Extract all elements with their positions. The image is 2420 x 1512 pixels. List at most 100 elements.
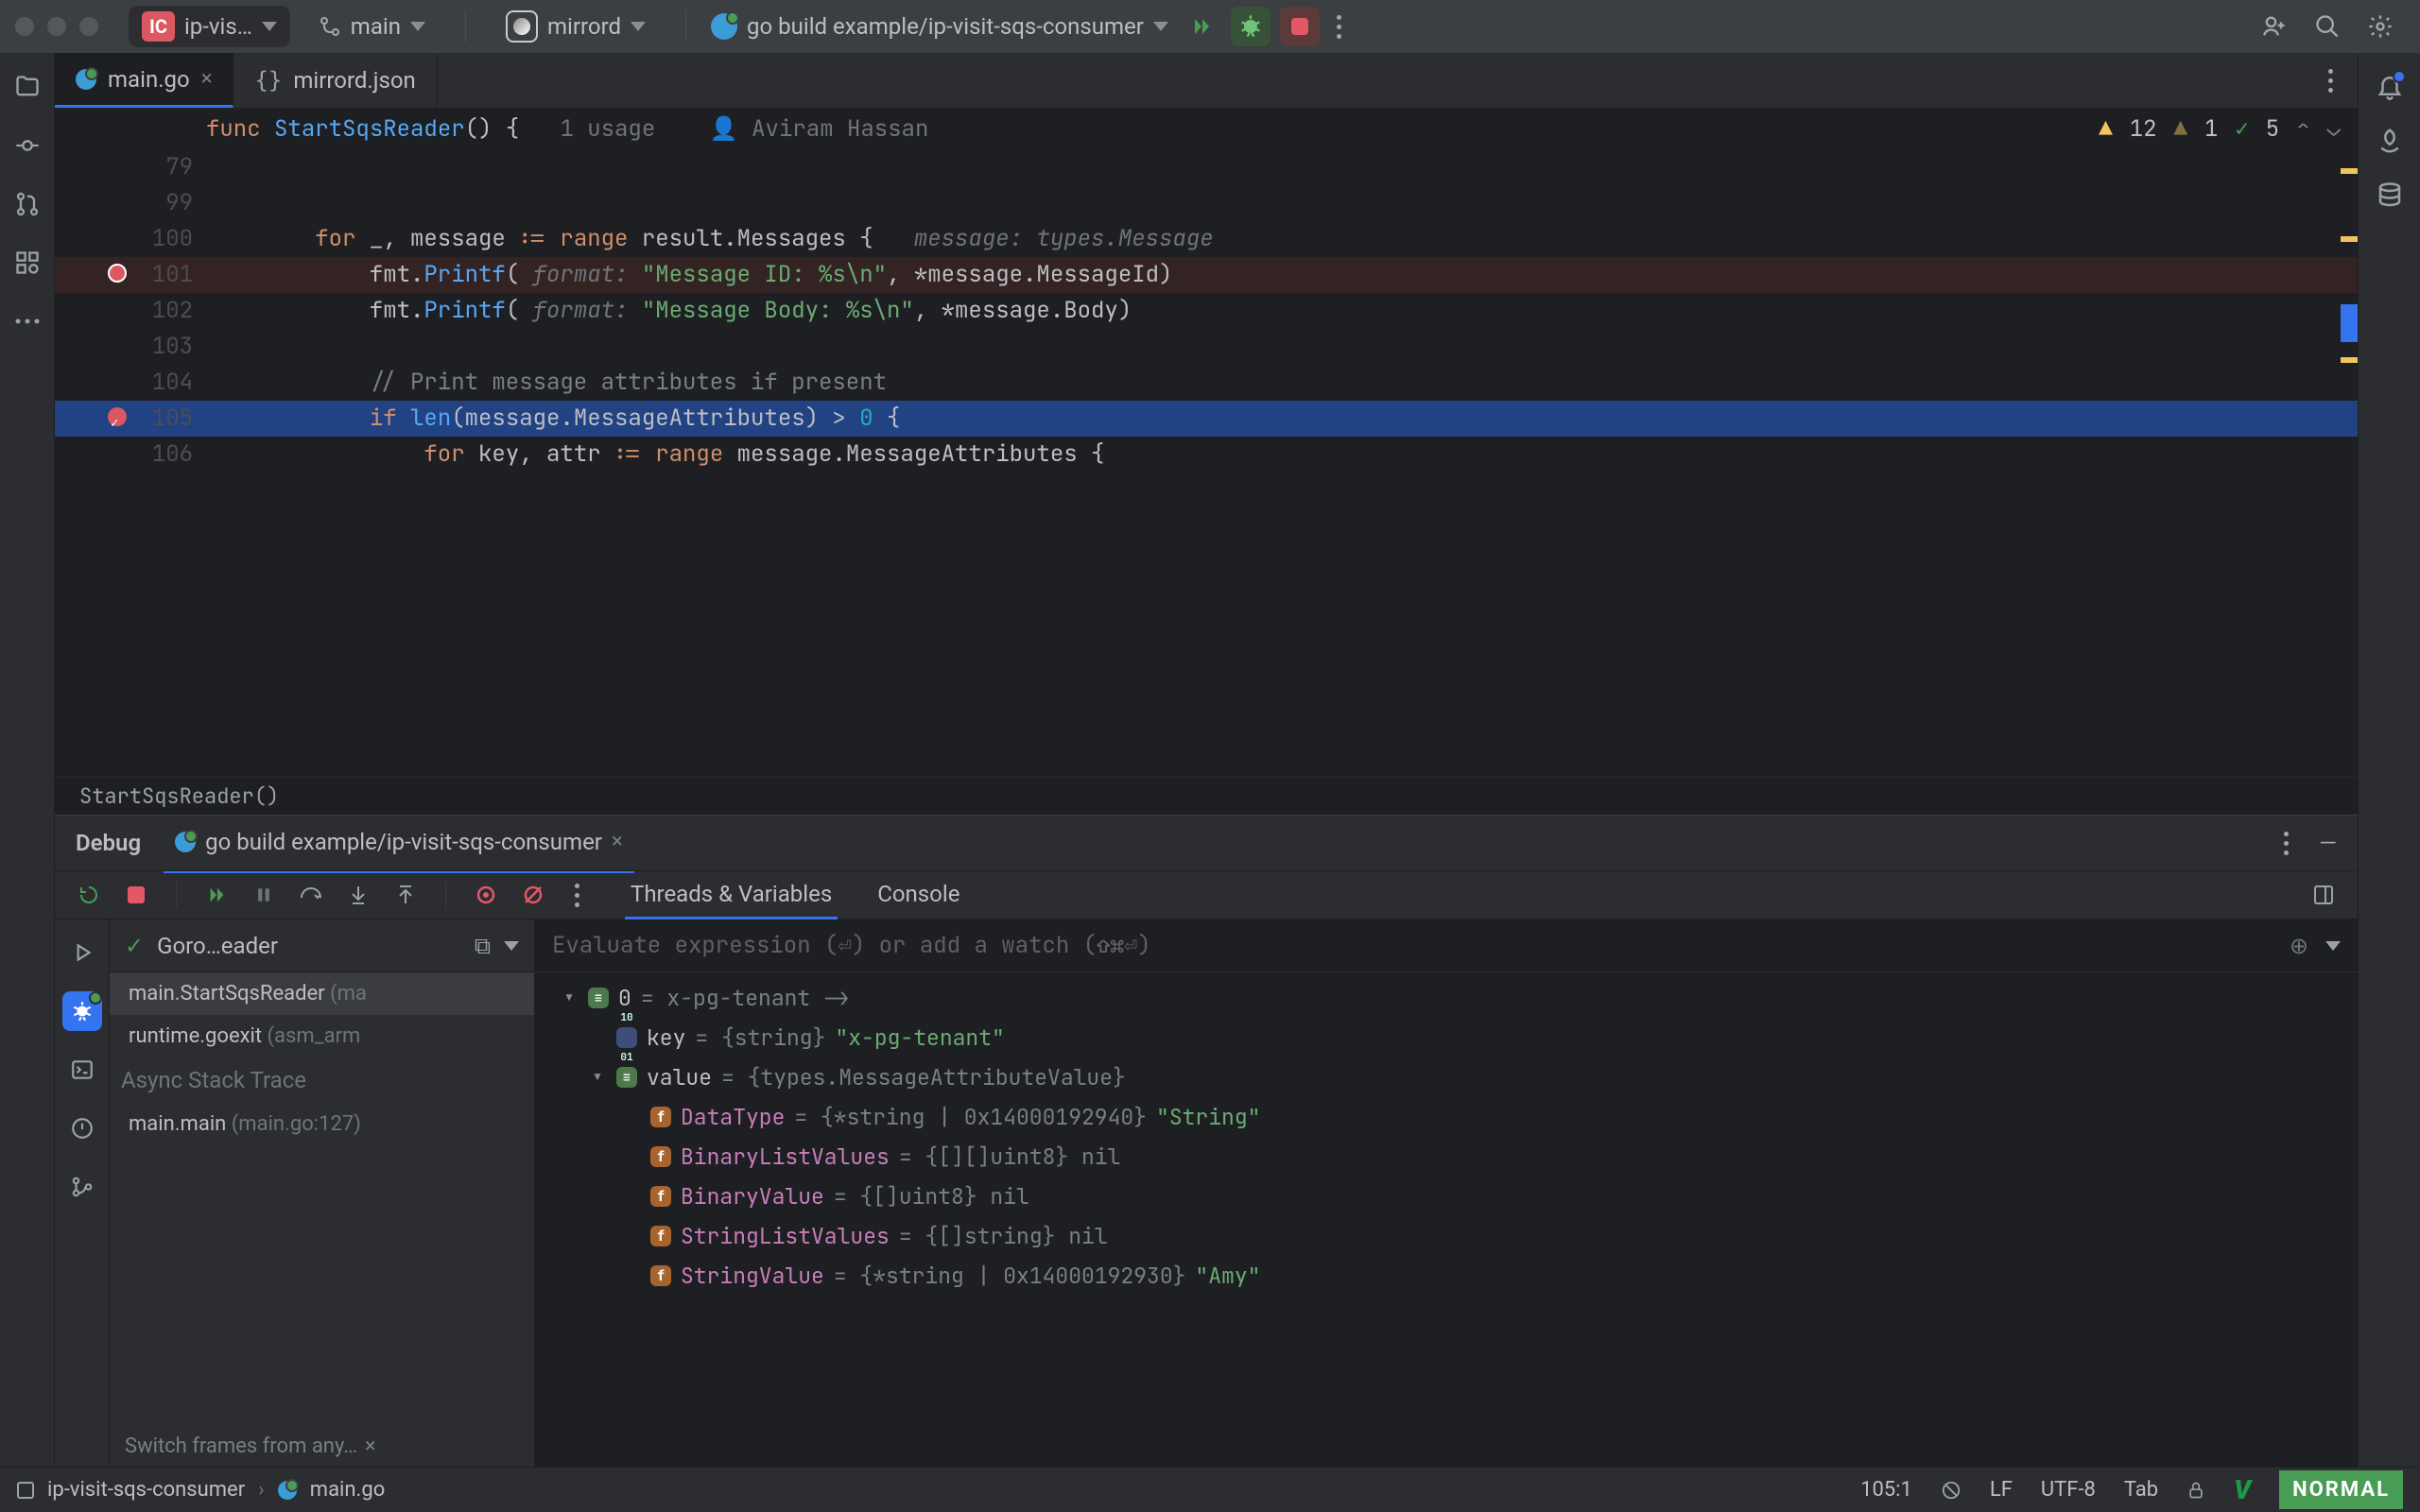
code-with-me-icon[interactable]	[2261, 13, 2288, 40]
code-line[interactable]: 102 fmt.Printf( format: "Message Body: %…	[55, 293, 2358, 329]
more-icon[interactable]	[12, 306, 43, 336]
status-left[interactable]: ip-visit-sqs-consumer › main.go	[17, 1478, 385, 1502]
view-breakpoints-icon[interactable]	[473, 882, 499, 908]
step-over-icon[interactable]	[298, 882, 324, 908]
close-icon[interactable]: ×	[365, 1435, 376, 1458]
code-line[interactable]: 106 for key, attr := range message.Messa…	[55, 437, 2358, 472]
status-right: 105:1 LF UTF-8 Tab V NORMAL	[1860, 1470, 2403, 1509]
variable-node[interactable]: ≡ value = {types.MessageAttributeValue}	[535, 1057, 2358, 1097]
debug-menu[interactable]	[2276, 832, 2296, 855]
code-line[interactable]: 79	[55, 149, 2358, 185]
tab-console[interactable]: Console	[872, 871, 965, 919]
tab-threads-variables[interactable]: Threads & Variables	[625, 871, 838, 919]
search-icon[interactable]	[2314, 13, 2341, 40]
code-line[interactable]: 100 for _, message := range result.Messa…	[55, 221, 2358, 257]
debug-session-tab[interactable]: go build example/ip-visit-sqs-consumer ×	[164, 829, 634, 873]
code-line[interactable]: 104 // Print message attributes if prese…	[55, 365, 2358, 401]
mute-breakpoints-icon[interactable]	[520, 882, 546, 908]
eval-input[interactable]: Evaluate expression (⏎) or add a watch (…	[552, 931, 2273, 960]
vim-icon[interactable]: V	[2234, 1474, 2251, 1505]
more-menu[interactable]	[1329, 15, 1349, 39]
stack-frame[interactable]: main.StartSqsReader (ma	[110, 972, 534, 1015]
variable-node[interactable]: f DataType = {*string | 0x14000192940} "…	[535, 1097, 2358, 1137]
run-button[interactable]	[1182, 7, 1221, 46]
run-tool-icon[interactable]	[62, 933, 102, 972]
pull-requests-icon[interactable]	[12, 189, 43, 219]
project-selector[interactable]: IC ip-vis…	[129, 6, 290, 47]
right-tool-rail	[2358, 53, 2420, 1467]
struct-icon: ≡	[588, 988, 609, 1008]
structure-icon[interactable]	[12, 248, 43, 278]
step-out-icon[interactable]	[392, 882, 419, 908]
line-ending[interactable]: LF	[1990, 1478, 2013, 1502]
run-config-selector[interactable]: go build example/ip-visit-sqs-consumer	[711, 13, 1168, 40]
variable-node[interactable]: f StringValue = {*string | 0x14000192930…	[535, 1256, 2358, 1296]
problems-widget[interactable]: ▲12 ▲1 ✓5 ⌃ ⌄	[2099, 114, 2341, 144]
resume-icon[interactable]	[203, 882, 230, 908]
caret-position[interactable]: 105:1	[1860, 1478, 1912, 1502]
prev-icon[interactable]: ⌃	[2296, 114, 2309, 144]
rerun-icon[interactable]	[76, 882, 102, 908]
code-line[interactable]: 99	[55, 185, 2358, 221]
encoding[interactable]: UTF-8	[2041, 1478, 2096, 1502]
power-save-icon[interactable]	[1941, 1480, 1962, 1501]
ai-icon[interactable]	[2376, 127, 2404, 155]
debug-tool-icon[interactable]	[62, 991, 102, 1031]
window-controls[interactable]	[15, 17, 115, 36]
editor-tabs-menu[interactable]	[2304, 53, 2358, 108]
variable-node[interactable]: 1001 key = {string} "x-pg-tenant"	[535, 1018, 2358, 1057]
add-watch-icon[interactable]: ⊕	[2290, 933, 2308, 959]
thread-selector[interactable]: ✓ Goro…eader ⧉	[110, 919, 534, 972]
stack-frames[interactable]: main.StartSqsReader (maruntime.goexit (a…	[110, 972, 534, 1425]
breakpoint-hit-icon[interactable]	[108, 407, 127, 426]
step-into-icon[interactable]	[345, 882, 372, 908]
close-icon[interactable]: ×	[201, 67, 213, 91]
filter-icon[interactable]: ⧉	[475, 933, 491, 959]
problems-icon[interactable]	[62, 1108, 102, 1148]
variable-node[interactable]: f BinaryValue = {[]uint8} nil	[535, 1177, 2358, 1216]
expand-icon[interactable]	[560, 978, 579, 1018]
next-icon[interactable]: ⌄	[2327, 114, 2341, 144]
editor-tab-main-go[interactable]: main.go ×	[55, 53, 233, 108]
code-line[interactable]: 105 if len(message.MessageAttributes) > …	[55, 401, 2358, 437]
stack-frame[interactable]: main.main (main.go:127)	[110, 1103, 534, 1145]
vcs-branch[interactable]: main	[303, 13, 441, 40]
terminal-icon[interactable]	[62, 1050, 102, 1090]
breadcrumb[interactable]: StartSqsReader()	[55, 777, 2358, 815]
variable-node[interactable]: f StringListValues = {[]string} nil	[535, 1216, 2358, 1256]
stack-frame[interactable]: runtime.goexit (asm_arm	[110, 1015, 534, 1057]
indent[interactable]: Tab	[2124, 1478, 2158, 1502]
variable-node[interactable]: f BinaryListValues = {[][]uint8} nil	[535, 1137, 2358, 1177]
notifications-icon[interactable]	[2376, 72, 2404, 100]
database-icon[interactable]	[2376, 181, 2404, 210]
pause-icon[interactable]	[251, 882, 277, 908]
debug-button[interactable]	[1231, 7, 1270, 46]
code-line[interactable]: 103	[55, 329, 2358, 365]
stop-button[interactable]	[1280, 7, 1320, 46]
lock-icon[interactable]	[2187, 1481, 2205, 1500]
layout-icon[interactable]	[2310, 882, 2337, 908]
mirrord-plugin[interactable]: mirrord	[491, 10, 661, 43]
chevron-down-icon[interactable]	[2325, 941, 2341, 951]
editor-tab-mirrord-json[interactable]: {} mirrord.json	[233, 53, 437, 108]
stop-icon[interactable]	[123, 882, 149, 908]
left-tool-rail	[0, 53, 55, 1467]
close-icon[interactable]: ×	[612, 830, 623, 853]
project-icon[interactable]	[12, 72, 43, 102]
usage-hint[interactable]: 1 usage	[560, 114, 655, 144]
editor[interactable]: 7999100 for _, message := range result.M…	[55, 149, 2358, 777]
breakpoint-icon[interactable]	[108, 264, 127, 283]
field-icon: f	[650, 1226, 671, 1246]
code-line[interactable]: 101 fmt.Printf( format: "Message ID: %s\…	[55, 257, 2358, 293]
variables-tree[interactable]: ≡ 0 = x-pg-tenant ->1001 key = {string} …	[535, 972, 2358, 1467]
minimize-icon[interactable]: —	[2319, 830, 2337, 856]
vcs-tool-icon[interactable]	[62, 1167, 102, 1207]
author-hint[interactable]: 👤 Aviram Hassan	[710, 114, 929, 144]
settings-icon[interactable]	[2367, 13, 2394, 40]
debug-panel: Debug go build example/ip-visit-sqs-cons…	[55, 815, 2358, 1467]
commit-icon[interactable]	[12, 130, 43, 161]
variable-node[interactable]: ≡ 0 = x-pg-tenant ->	[535, 978, 2358, 1018]
expand-icon[interactable]	[588, 1057, 607, 1097]
toolbar-more[interactable]	[567, 884, 587, 907]
error-stripe[interactable]	[2341, 149, 2358, 777]
